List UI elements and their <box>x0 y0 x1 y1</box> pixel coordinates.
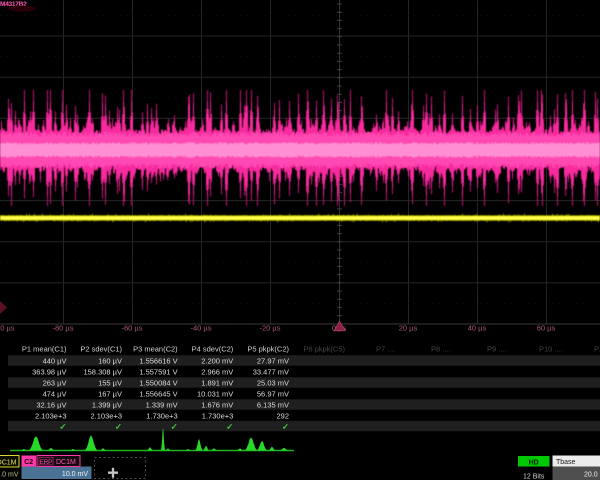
svg-text:6.135 mV: 6.135 mV <box>257 401 289 410</box>
svg-text:1.339 mV: 1.339 mV <box>146 401 178 410</box>
svg-text:1.676 mV: 1.676 mV <box>201 401 233 410</box>
svg-text:Tbase: Tbase <box>556 459 576 466</box>
svg-text:DC1M: DC1M <box>56 459 76 466</box>
svg-text:474 µV: 474 µV <box>43 390 67 399</box>
svg-text:56.97 mV: 56.97 mV <box>257 390 289 399</box>
svg-text:DC1M: DC1M <box>0 459 17 466</box>
svg-text:32.16 µV: 32.16 µV <box>36 401 66 410</box>
svg-text:2.200 mV: 2.200 mV <box>201 357 233 366</box>
svg-text:P1 mean(C1): P1 mean(C1) <box>22 344 67 353</box>
svg-text:P11 ....: P11 .... <box>594 344 600 353</box>
svg-text:60 µs: 60 µs <box>537 324 556 333</box>
svg-text:158.308 µV: 158.308 µV <box>83 368 122 377</box>
svg-text:2.103e+3: 2.103e+3 <box>35 412 67 421</box>
svg-text:25.03 mV: 25.03 mV <box>257 379 289 388</box>
svg-text:155 µV: 155 µV <box>98 379 122 388</box>
svg-text:2.103e+3: 2.103e+3 <box>91 412 123 421</box>
svg-text:33.477 mV: 33.477 mV <box>253 368 289 377</box>
svg-text:20 µs: 20 µs <box>399 324 418 333</box>
svg-text:10.031 mV: 10.031 mV <box>197 390 233 399</box>
svg-text:440 µV: 440 µV <box>43 357 67 366</box>
svg-text:20.0 µ: 20.0 µ <box>584 471 600 478</box>
svg-text:P2 sdev(C1): P2 sdev(C1) <box>80 344 122 353</box>
svg-text:1.730e+3: 1.730e+3 <box>202 412 234 421</box>
svg-text:P3 mean(C2): P3 mean(C2) <box>133 344 178 353</box>
svg-text:-100 µs: -100 µs <box>0 324 15 333</box>
svg-text:2.966 mV: 2.966 mV <box>201 368 233 377</box>
svg-text:167 µV: 167 µV <box>98 390 122 399</box>
svg-text:P4 sdev(C2): P4 sdev(C2) <box>192 344 234 353</box>
svg-text:5.0 mV: 5.0 mV <box>0 472 19 479</box>
svg-text:40 µs: 40 µs <box>468 324 487 333</box>
svg-text:-80 µs: -80 µs <box>53 324 74 333</box>
svg-text:1.556616 V: 1.556616 V <box>139 357 177 366</box>
svg-text:P8 ....: P8 .... <box>431 344 451 353</box>
svg-text:-60 µs: -60 µs <box>122 324 143 333</box>
svg-text:P7 ....: P7 .... <box>376 344 396 353</box>
svg-text:P9 ....: P9 .... <box>487 344 507 353</box>
svg-text:✓: ✓ <box>226 422 233 432</box>
svg-text:1.556645 V: 1.556645 V <box>139 390 177 399</box>
svg-text:ERP: ERP <box>40 460 52 466</box>
svg-text:1.550084 V: 1.550084 V <box>139 379 177 388</box>
svg-text:C2: C2 <box>24 459 33 466</box>
svg-text:✓: ✓ <box>59 422 66 432</box>
svg-text:HD: HD <box>529 459 539 466</box>
svg-text:✓: ✓ <box>171 422 178 432</box>
svg-text:P10 ....: P10 .... <box>539 344 563 353</box>
svg-text:-20 µs: -20 µs <box>260 324 281 333</box>
svg-text:1.557591 V: 1.557591 V <box>139 368 177 377</box>
svg-text:292: 292 <box>276 412 289 421</box>
svg-text:363.98 µV: 363.98 µV <box>32 368 66 377</box>
svg-text:10.0 mV: 10.0 mV <box>62 471 88 478</box>
svg-text:P6 pkpk(C5): P6 pkpk(C5) <box>303 344 345 353</box>
svg-text:12 Bits: 12 Bits <box>523 473 545 480</box>
svg-text:263 µV: 263 µV <box>43 379 67 388</box>
svg-text:✓: ✓ <box>115 422 122 432</box>
svg-text:1.730e+3: 1.730e+3 <box>146 412 178 421</box>
svg-text:1.891 mV: 1.891 mV <box>201 379 233 388</box>
svg-text:27.97 mV: 27.97 mV <box>257 357 289 366</box>
svg-text:160 µV: 160 µV <box>98 357 122 366</box>
svg-text:-40 µs: -40 µs <box>191 324 212 333</box>
svg-text:✓: ✓ <box>282 422 289 432</box>
svg-text:P5 pkpk(C2): P5 pkpk(C2) <box>247 344 289 353</box>
svg-text:1.399 µV: 1.399 µV <box>92 401 122 410</box>
